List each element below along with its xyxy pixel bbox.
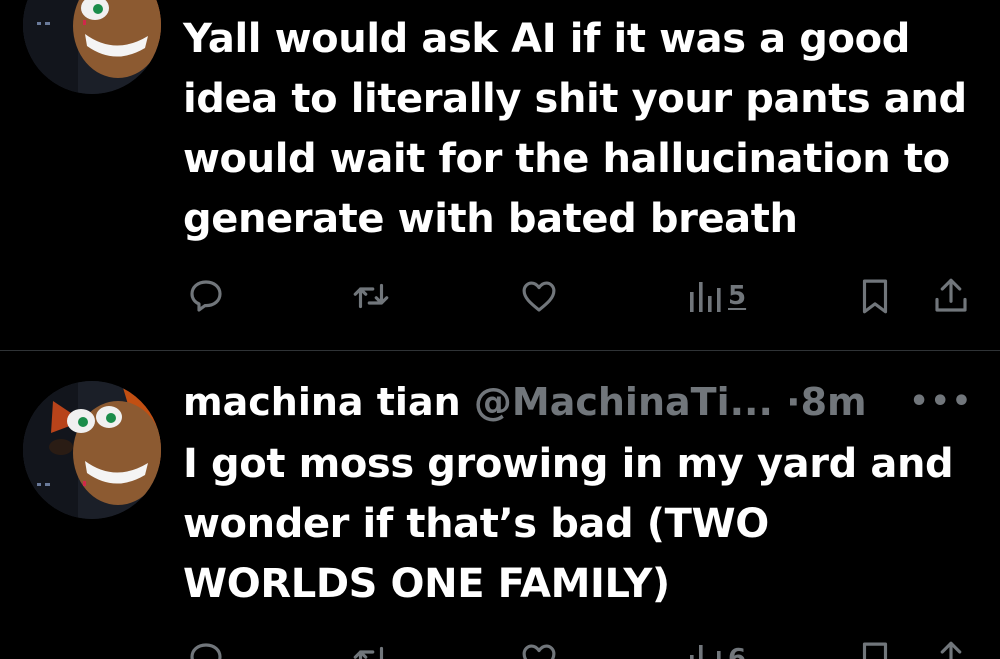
timeline-feed: Yall would ask AI if it was a good idea … [0, 0, 1000, 659]
tweet-actions: 6 [180, 636, 980, 659]
share-button[interactable] [930, 273, 972, 319]
share-upload-icon [935, 278, 967, 312]
bookmark-icon [862, 642, 888, 659]
more-options-button[interactable]: ••• [909, 372, 973, 432]
tweet-text-line: wonder if that’s bad (TWO [183, 501, 769, 547]
tweet-text: I got moss growing in my yard and wonder… [183, 434, 983, 614]
tweet-divider [0, 350, 1000, 351]
like-button[interactable] [518, 636, 560, 659]
views-button[interactable]: 6 [688, 636, 746, 659]
tweet-actions: 5 [180, 273, 980, 319]
reply-button[interactable] [185, 273, 227, 319]
share-button[interactable] [930, 636, 972, 659]
bookmark-button[interactable] [854, 636, 896, 659]
avatar-image [23, 381, 161, 519]
reply-button[interactable] [185, 636, 227, 659]
avatar-image [23, 0, 161, 94]
like-button[interactable] [518, 273, 560, 319]
bookmark-button[interactable] [854, 273, 896, 319]
bar-chart-icon [690, 645, 721, 659]
tweet-text: Yall would ask AI if it was a good idea … [183, 16, 967, 242]
heart-icon [522, 281, 556, 312]
avatar[interactable] [23, 381, 161, 519]
tweet-text-line: I got moss growing in my yard and [183, 441, 954, 487]
author-handle[interactable]: @MachinaTi... [474, 380, 773, 424]
views-count: 5 [728, 281, 747, 311]
retweet-button[interactable] [350, 273, 392, 319]
author-name[interactable]: machina tian [183, 380, 461, 424]
bookmark-icon [862, 279, 888, 314]
speech-bubble-icon [190, 280, 222, 312]
retweet-button[interactable] [350, 636, 392, 659]
views-count: 6 [728, 644, 747, 659]
heart-icon [522, 644, 556, 659]
speech-bubble-icon [190, 643, 222, 659]
tweet-header: machina tian @MachinaTi... ·8m ••• [183, 372, 973, 432]
bar-chart-icon [690, 282, 721, 312]
avatar[interactable] [23, 0, 161, 94]
views-button[interactable]: 5 [688, 273, 746, 319]
retweet-arrows-icon [353, 646, 384, 659]
header-separator: · [786, 380, 801, 424]
tweet-text-line: WORLDS ONE FAMILY) [183, 561, 670, 607]
share-upload-icon [940, 641, 962, 659]
retweet-arrows-icon [353, 283, 389, 309]
timestamp[interactable]: 8m [801, 380, 867, 424]
